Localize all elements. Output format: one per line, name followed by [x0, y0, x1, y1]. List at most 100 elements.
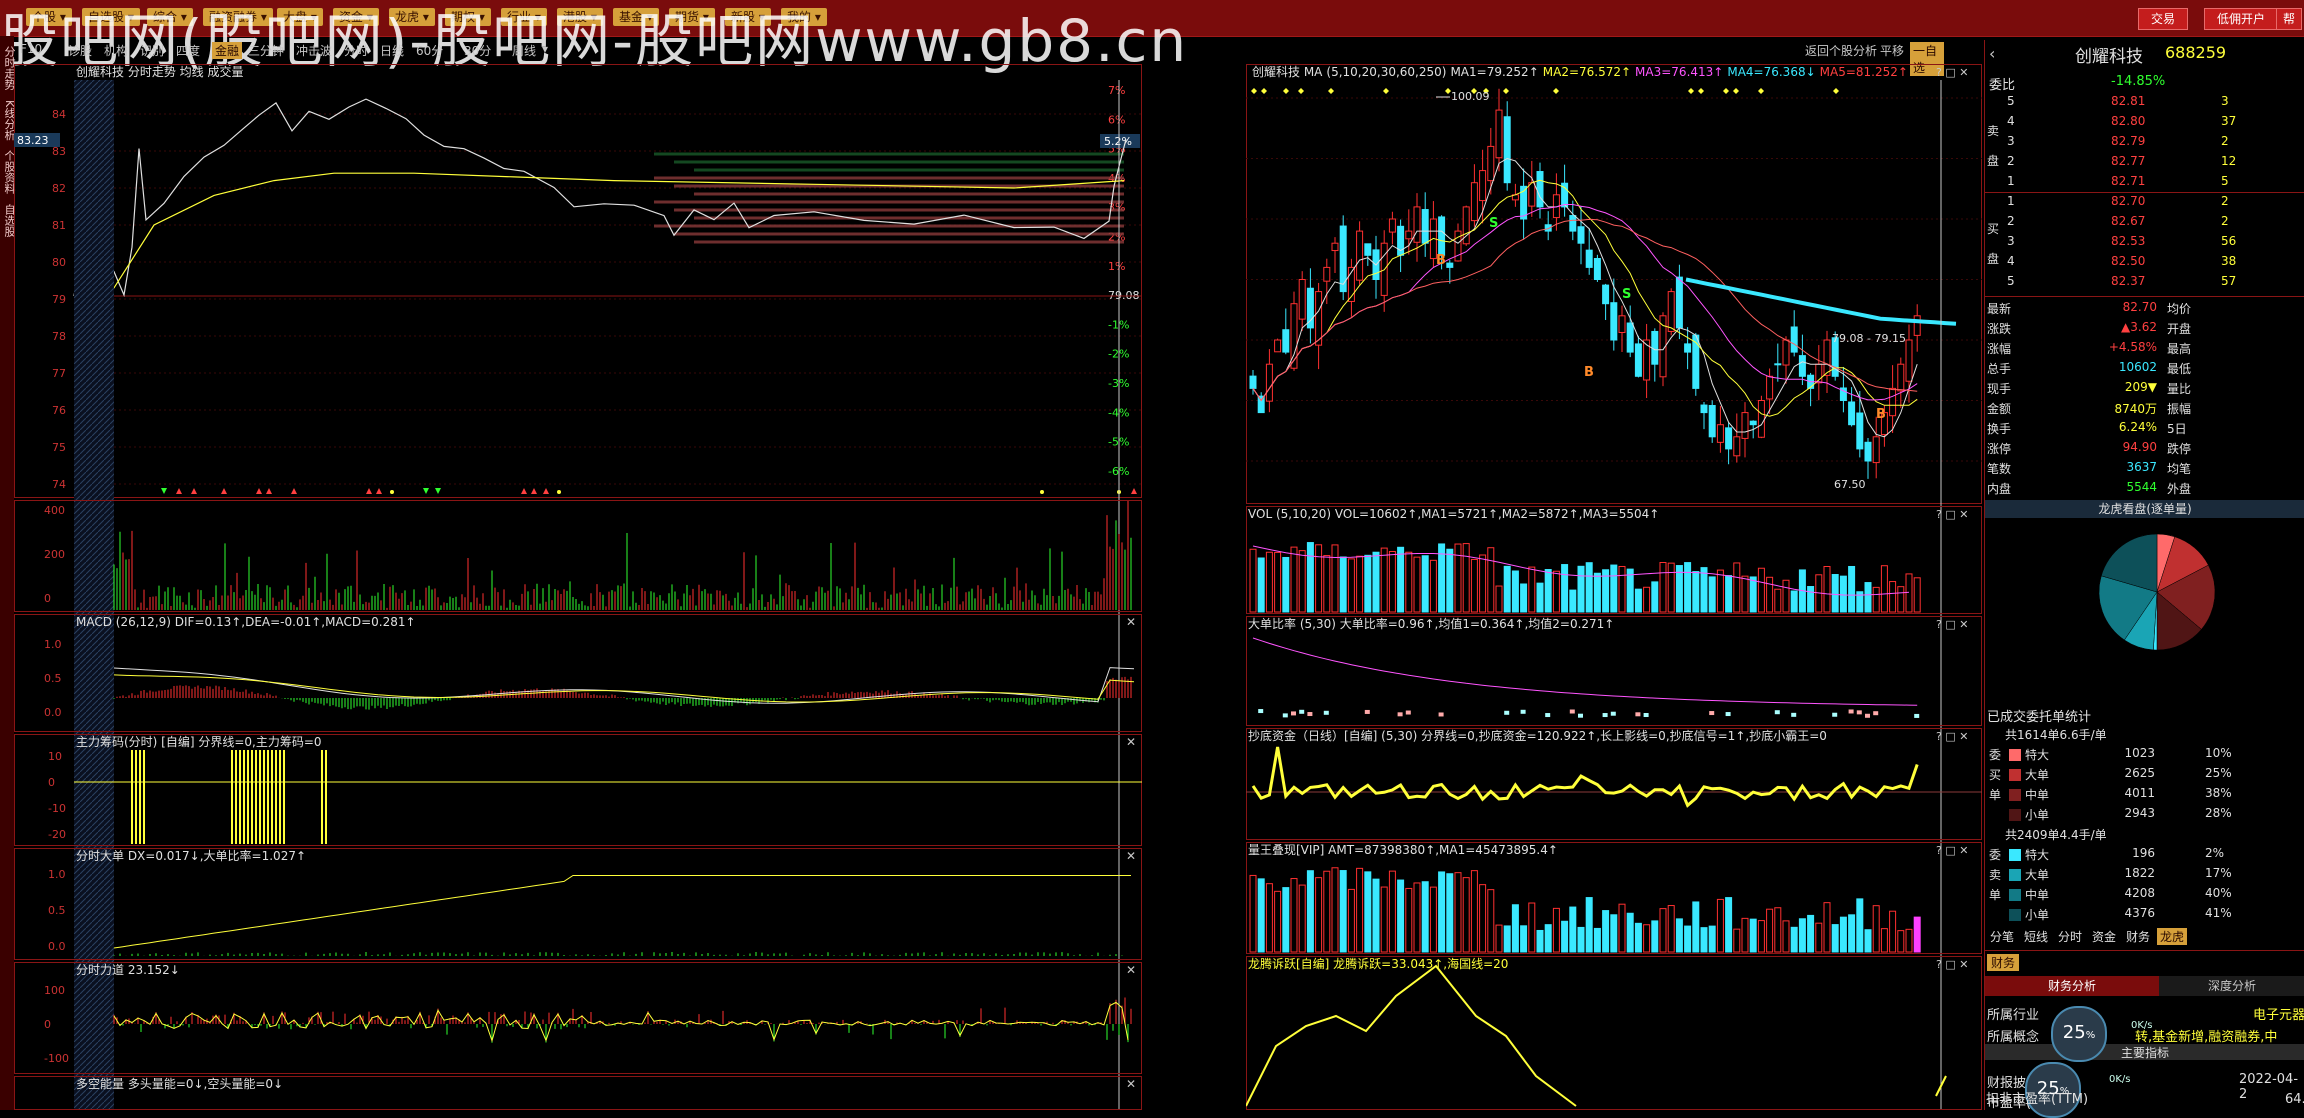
quote-panel: ‹ 创耀科技 688259 委比 -14.85% 5 82.81 3 4 82.80 37… [1984, 40, 2304, 1118]
toolbar-item[interactable]: 周线 [512, 42, 536, 59]
close-panel-icon[interactable]: ✕ [1126, 1077, 1136, 1091]
signal-arrow [291, 488, 297, 494]
panel-controls-icon[interactable]: ? □ ✕ [1936, 730, 1968, 743]
entrust-title: 已成交委托单统计 [1987, 710, 2092, 725]
chaodi-title: 抄底资金（日线）[自编] (5,30) 分界线=0,抄底资金=120.922↑,… [1248, 728, 1827, 743]
kline-bigorder-panel: 大单比率 (5,30) 大单比率=0.96↑,均值1=0.364↑,均值2=0.… [1246, 616, 1982, 726]
tab-finance[interactable]: 财务 [1987, 954, 2020, 971]
toolbar-item[interactable]: 诊股 [68, 42, 92, 59]
dadan-title: 分时大单 DX=0.017↓,大单比率=1.027↑ [76, 848, 306, 863]
quote-tab[interactable]: 龙虎 [2157, 928, 2188, 945]
entrust-type: 小单 [2025, 908, 2050, 922]
intraday-chart-area: 创耀科技 分时走势 均线 成交量84838281807978777675747%… [14, 64, 1142, 1110]
toolbar-item[interactable]: 60分 [416, 42, 443, 59]
panel-controls-icon[interactable]: ? □ ✕ [1936, 66, 1968, 79]
candle [1446, 260, 1454, 284]
kline-volume-panel: VOL (5,10,20) VOL=10602↑,MA1=5721↑,MA2=5… [1246, 506, 1982, 614]
signal-arrow [221, 488, 227, 494]
candle [1405, 209, 1413, 255]
big-order-panel: 分时大单 DX=0.017↓,大单比率=1.027↑ 1.0 0.5 0.0 [14, 848, 1142, 960]
tab-fin-analysis[interactable]: 财务分析 [1985, 976, 2159, 996]
dadan-tick: 0.0 [48, 940, 66, 953]
stat-label: 金额 [1987, 402, 2012, 416]
toolbar-item[interactable]: 四度 [176, 42, 200, 59]
quote-tab[interactable]: 分时 [2055, 928, 2085, 945]
quote-tab[interactable]: 分笔 [1987, 928, 2017, 945]
toolbar-item[interactable]: F10 [20, 42, 42, 56]
candle [1889, 365, 1897, 434]
bid-side-label: 买 盘 [1987, 222, 2000, 266]
toolbar-item[interactable]: 分时 [344, 42, 368, 59]
toolbar-item[interactable]: 三分钟 [248, 42, 284, 59]
panel-controls-icon[interactable]: ? □ ✕ [1936, 508, 1968, 521]
entrust-pct: 28% [2205, 806, 2232, 820]
divider [1985, 192, 2304, 193]
quote-tab[interactable]: 财务 [2123, 928, 2153, 945]
candle [1913, 304, 1921, 352]
event-diamond [1298, 88, 1304, 94]
event-diamond [1733, 88, 1739, 94]
toolbar-item[interactable]: 识别 [140, 42, 164, 59]
candle [1544, 211, 1552, 241]
entrust-type: 大单 [2025, 768, 2050, 782]
weibi-label: 委比 [1989, 78, 2016, 93]
toolbar-item[interactable]: 30分 [464, 42, 491, 59]
pe-value: 64. [2285, 1092, 2304, 1107]
back-to-analysis-link[interactable]: 返回个股分析 [1805, 42, 1877, 59]
ask-volume: 37 [2221, 114, 2237, 128]
signal-arrow [176, 488, 182, 494]
stat-label-2: 开盘 [2167, 322, 2192, 336]
toolbar-item[interactable]: 冲击波 [296, 42, 332, 59]
network-speed-badge[interactable]: 25% [2051, 1006, 2107, 1062]
macd-tick: 1.0 [44, 638, 62, 651]
ask-level: 2 [2007, 154, 2015, 168]
signal-arrow [366, 488, 372, 494]
candle [1421, 192, 1429, 257]
ask-volume: 12 [2221, 154, 2237, 168]
close-panel-icon[interactable]: ✕ [1126, 849, 1136, 863]
ask-level: 4 [2007, 114, 2015, 128]
pre-market-hatch [74, 80, 114, 1110]
toolbar-item[interactable]: 金融 [212, 42, 243, 59]
ask-price: 82.80 [2111, 114, 2146, 128]
stat-label: 内盘 [1987, 482, 2012, 496]
stat-label: 涨停 [1987, 442, 2012, 456]
candle [1618, 305, 1626, 353]
back-icon[interactable]: ‹ [1989, 44, 1995, 63]
close-panel-icon[interactable]: ✕ [1126, 615, 1136, 629]
period-dropdown-icon[interactable]: ▾ [542, 42, 548, 56]
panel-controls-icon[interactable]: ? □ ✕ [1936, 844, 1968, 857]
signal-arrow [376, 488, 382, 494]
panel-controls-icon[interactable]: ? □ ✕ [1936, 618, 1968, 631]
panel-controls-icon[interactable]: ? □ ✕ [1936, 958, 1968, 971]
signal-arrow [521, 488, 527, 494]
dragon-leap-panel: 龙腾诉跃[自编] 龙腾诉跃=33.043↑,海国线=20 [1246, 956, 1982, 1110]
trade-signal-label: B [1876, 407, 1886, 422]
candle [1487, 127, 1495, 195]
longteng-title: 龙腾诉跃[自编] 龙腾诉跃=33.043↑,海国线=20 [1248, 956, 1508, 971]
signal-arrow [161, 488, 167, 494]
legend-swatch [2009, 849, 2021, 861]
toolbar-item[interactable]: 日线 [380, 42, 404, 59]
open-account-button[interactable]: 低佣开户 [2204, 8, 2279, 30]
quote-tab[interactable]: 短线 [2021, 928, 2051, 945]
ask-price: 82.77 [2111, 154, 2146, 168]
close-panel-icon[interactable]: ✕ [1126, 735, 1136, 749]
toolbar-item[interactable]: 机构 [104, 42, 128, 59]
candle [1265, 349, 1273, 413]
quote-tab[interactable]: 资金 [2089, 928, 2119, 945]
tab-depth-analysis[interactable]: 深度分析 [2159, 976, 2304, 996]
signal-dot [390, 490, 394, 494]
help-button[interactable]: 帮 [2276, 8, 2303, 30]
stat-label: 现手 [1987, 382, 2012, 396]
candle [1388, 211, 1396, 245]
pan-button[interactable]: 平移 [1880, 42, 1904, 59]
lidao-tick: 100 [44, 984, 65, 997]
weibi-value: -14.85% [2111, 74, 2166, 89]
trade-signal-label: S [1622, 287, 1631, 302]
trade-button[interactable]: 交易 [2138, 8, 2189, 30]
close-panel-icon[interactable]: ✕ [1126, 963, 1136, 977]
kline-chart-area: 创耀科技 MA (5,10,20,30,60,250) MA1=79.252↑ MA2… [1246, 64, 1982, 1110]
panel-title: 创耀科技 分时走势 均线 成交量 [76, 64, 243, 79]
left-vertical-tabs: 分时走势 K线分析 个股资料 自选股 [0, 36, 16, 1110]
